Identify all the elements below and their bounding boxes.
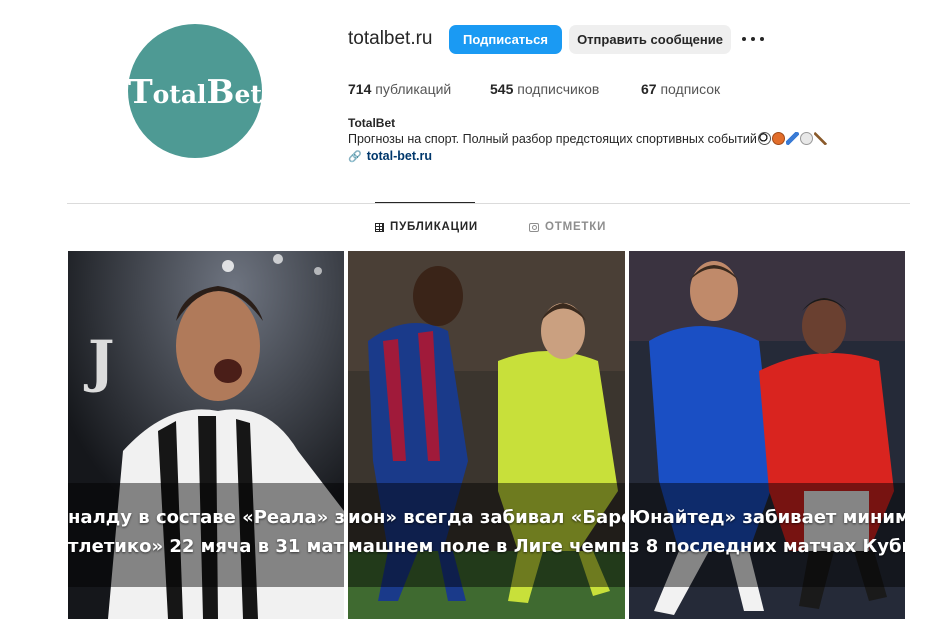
grid-icon	[375, 222, 384, 232]
svg-text:J: J	[83, 329, 115, 395]
post-thumbnail[interactable]: ион» всегда забивал «Барсе» машнем поле …	[348, 251, 625, 619]
profile-display-name: TotalBet	[348, 116, 396, 130]
profile-website-link[interactable]: 🔗 total-bet.ru	[348, 149, 432, 163]
tab-posts[interactable]: ПУБЛИКАЦИИ	[375, 221, 478, 233]
more-options-icon[interactable]	[742, 30, 764, 48]
tag-icon	[529, 222, 539, 232]
post-caption: ион» всегда забивал «Барсе» машнем поле …	[348, 507, 625, 557]
volleyball-icon	[799, 132, 813, 145]
profile-page: TotalBet totalbet.ru Подписаться Отправи…	[0, 0, 949, 619]
post-thumbnail[interactable]: Юнайтед» забивает минимум 2 мяч з 8 посл…	[629, 251, 905, 619]
active-tab-indicator	[375, 202, 475, 203]
username: totalbet.ru	[348, 28, 433, 49]
send-message-button[interactable]: Отправить сообщение	[569, 25, 731, 54]
followers-count-stat[interactable]: 545 подписчиков	[490, 81, 599, 97]
profile-website-text[interactable]: total-bet.ru	[367, 149, 432, 163]
post-thumbnail[interactable]: J налду в составе «Реала» заб тлетико» 2…	[68, 251, 344, 619]
posts-count-stat[interactable]: 714 публикаций	[348, 81, 451, 97]
avatar-logo-text: TotalBet	[128, 71, 262, 111]
soccer-ball-icon	[757, 132, 771, 145]
post-caption: налду в составе «Реала» заб тлетико» 22 …	[68, 507, 344, 557]
tab-tagged[interactable]: ОТМЕТКИ	[529, 221, 606, 233]
tab-posts-label: ПУБЛИКАЦИИ	[390, 221, 478, 233]
tennis-racket-icon	[785, 132, 799, 145]
profile-divider	[67, 203, 910, 204]
tab-tagged-label: ОТМЕТКИ	[545, 221, 607, 233]
hockey-stick-icon	[813, 132, 827, 145]
post-caption: Юнайтед» забивает минимум 2 мяч з 8 посл…	[629, 507, 905, 557]
profile-avatar[interactable]: TotalBet	[128, 24, 262, 158]
basketball-icon	[771, 132, 785, 145]
profile-bio: Прогнозы на спорт. Полный разбор предсто…	[348, 132, 827, 146]
follow-button[interactable]: Подписаться	[449, 25, 562, 54]
bio-text: Прогнозы на спорт. Полный разбор предсто…	[348, 132, 757, 146]
link-icon: 🔗	[348, 150, 362, 163]
following-count-stat[interactable]: 67 подписок	[641, 81, 720, 97]
